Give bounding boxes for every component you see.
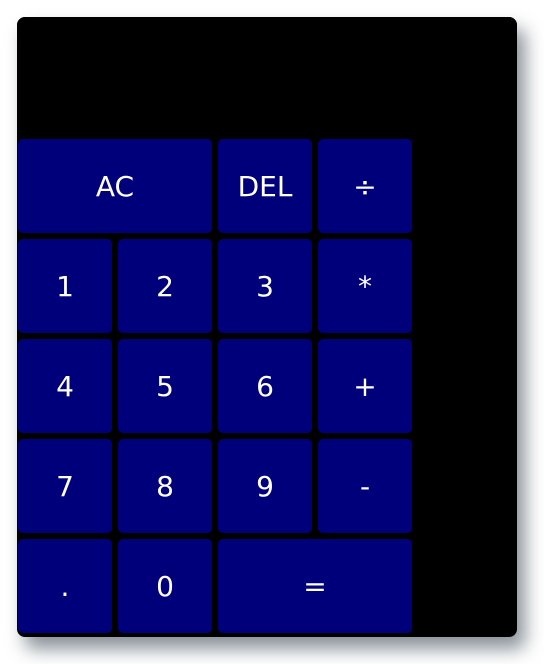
- decimal-button[interactable]: .: [18, 539, 112, 633]
- keypad: AC DEL ÷ 1 2 3 * 4 5 6 + 7 8 9 - . 0 =: [18, 139, 418, 637]
- digit-0-button[interactable]: 0: [118, 539, 212, 633]
- digit-9-button[interactable]: 9: [218, 439, 312, 533]
- calculator: AC DEL ÷ 1 2 3 * 4 5 6 + 7 8 9 - . 0 =: [17, 17, 517, 637]
- digit-3-button[interactable]: 3: [218, 239, 312, 333]
- subtract-button[interactable]: -: [318, 439, 412, 533]
- digit-8-button[interactable]: 8: [118, 439, 212, 533]
- digit-5-button[interactable]: 5: [118, 339, 212, 433]
- clear-button[interactable]: AC: [18, 139, 212, 233]
- digit-4-button[interactable]: 4: [18, 339, 112, 433]
- delete-button[interactable]: DEL: [218, 139, 312, 233]
- equals-button[interactable]: =: [218, 539, 412, 633]
- add-button[interactable]: +: [318, 339, 412, 433]
- digit-7-button[interactable]: 7: [18, 439, 112, 533]
- digit-6-button[interactable]: 6: [218, 339, 312, 433]
- divide-button[interactable]: ÷: [318, 139, 412, 233]
- multiply-button[interactable]: *: [318, 239, 412, 333]
- display-screen: [17, 17, 517, 138]
- digit-2-button[interactable]: 2: [118, 239, 212, 333]
- digit-1-button[interactable]: 1: [18, 239, 112, 333]
